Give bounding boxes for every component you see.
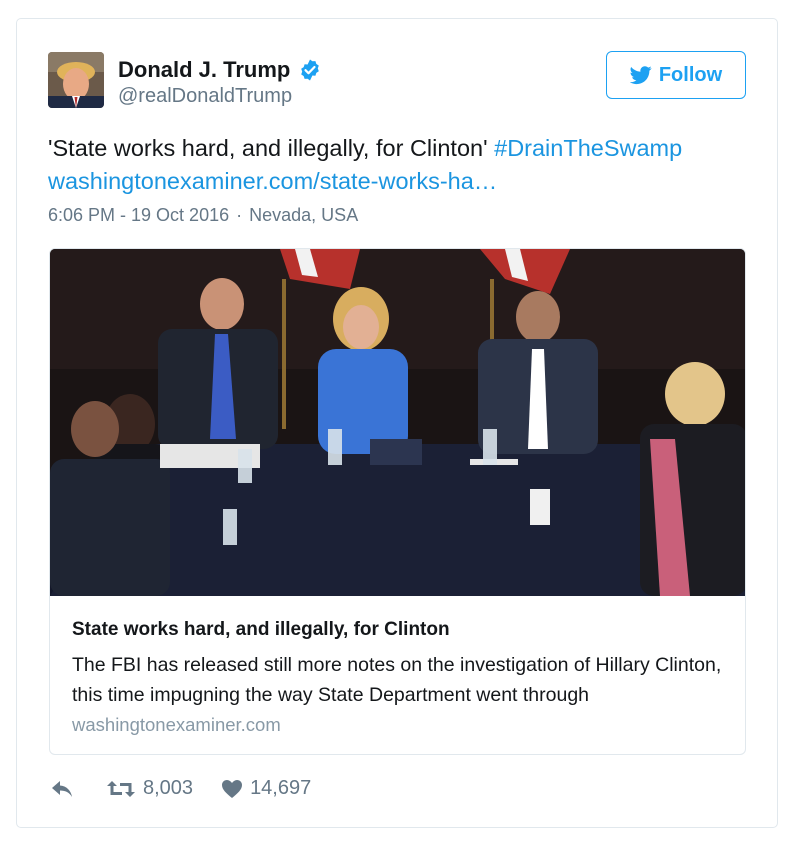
- follow-label: Follow: [658, 63, 723, 86]
- follow-button[interactable]: Follow: [606, 51, 746, 99]
- heart-icon: [222, 779, 243, 798]
- link-card[interactable]: State works hard, and illegally, for Cli…: [49, 248, 746, 755]
- article-link[interactable]: washingtonexaminer.com/state-works-ha…: [48, 168, 497, 194]
- retweet-button[interactable]: 8,003: [106, 777, 193, 800]
- tweet-actions: 8,003 14,697: [50, 777, 311, 800]
- location[interactable]: Nevada, USA: [249, 205, 358, 225]
- hashtag-link[interactable]: #DrainTheSwamp: [494, 135, 682, 161]
- reply-button[interactable]: [50, 779, 74, 799]
- user-handle[interactable]: @realDonaldTrump: [118, 85, 292, 108]
- timestamp[interactable]: 6:06 PM - 19 Oct 2016: [48, 205, 229, 225]
- tweet-card: Donald J. Trump @realDonaldTrump Follow …: [16, 18, 778, 828]
- verified-badge-icon: [301, 59, 320, 81]
- like-button[interactable]: 14,697: [221, 777, 311, 800]
- card-domain: washingtonexaminer.com: [72, 714, 281, 735]
- like-count: 14,697: [250, 777, 312, 799]
- tweet-meta: 6:06 PM - 19 Oct 2016 · Nevada, USA: [48, 205, 358, 226]
- twitter-bird-icon: [629, 66, 652, 85]
- retweet-count: 8,003: [143, 777, 194, 799]
- tweet-text: 'State works hard, and illegally, for Cl…: [48, 132, 748, 198]
- meta-separator: ·: [236, 205, 243, 225]
- display-name[interactable]: Donald J. Trump: [118, 57, 290, 83]
- avatar[interactable]: [48, 52, 104, 108]
- reply-icon: [52, 780, 72, 797]
- tweet-quote: 'State works hard, and illegally, for Cl…: [48, 135, 488, 161]
- card-image[interactable]: [50, 249, 746, 596]
- card-title[interactable]: State works hard, and illegally, for Cli…: [72, 619, 450, 641]
- card-description: The FBI has released still more notes on…: [72, 654, 722, 706]
- retweet-icon: [107, 780, 135, 797]
